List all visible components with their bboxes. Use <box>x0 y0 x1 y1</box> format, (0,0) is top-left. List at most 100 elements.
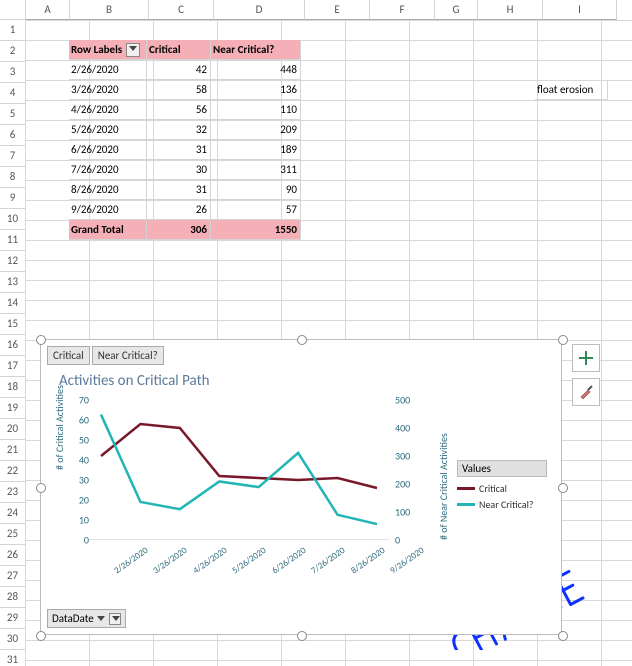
pivot-date-3[interactable]: 5/26/2020 <box>69 120 147 140</box>
row-header-18[interactable]: 18 <box>0 377 26 398</box>
xtick: 9/26/2020 <box>388 545 426 576</box>
chart-object[interactable]: Critical Near Critical? Activities on Cr… <box>40 339 562 635</box>
chart-title[interactable]: Activities on Critical Path <box>59 372 210 390</box>
pivot-near-7[interactable]: 57 <box>211 200 301 220</box>
row-header-21[interactable]: 21 <box>0 440 26 461</box>
row-headers: 1234567891011121314151617181920212223242… <box>0 20 26 666</box>
row-header-8[interactable]: 8 <box>0 167 26 188</box>
row-header-4[interactable]: 4 <box>0 83 26 104</box>
row-header-5[interactable]: 5 <box>0 104 26 125</box>
series-critical[interactable] <box>101 424 377 488</box>
plot-area[interactable] <box>89 400 389 540</box>
resize-handle-ne[interactable] <box>558 335 568 345</box>
row-header-31[interactable]: 31 <box>0 650 26 666</box>
resize-handle-n[interactable] <box>297 335 307 345</box>
pivot-near-3[interactable]: 209 <box>211 120 301 140</box>
row-header-24[interactable]: 24 <box>0 503 26 524</box>
pivot-total-near[interactable]: 1550 <box>211 220 301 240</box>
row-header-7[interactable]: 7 <box>0 146 26 167</box>
resize-handle-nw[interactable] <box>36 335 46 345</box>
pivot-header-rowlabels[interactable]: Row Labels <box>69 40 147 60</box>
pivot-date-2[interactable]: 4/26/2020 <box>69 100 147 120</box>
pivot-critical-2[interactable]: 56 <box>147 100 211 120</box>
pivot-near-2[interactable]: 110 <box>211 100 301 120</box>
row-header-13[interactable]: 13 <box>0 272 26 293</box>
row-header-14[interactable]: 14 <box>0 293 26 314</box>
row-header-26[interactable]: 26 <box>0 545 26 566</box>
col-header-A[interactable]: A <box>26 0 70 20</box>
row-header-22[interactable]: 22 <box>0 461 26 482</box>
col-header-I[interactable]: I <box>543 0 617 20</box>
row-header-30[interactable]: 30 <box>0 629 26 650</box>
pivot-filter-button[interactable] <box>126 43 140 57</box>
row-header-10[interactable]: 10 <box>0 209 26 230</box>
row-header-1[interactable]: 1 <box>0 20 26 41</box>
pivot-near-4[interactable]: 189 <box>211 140 301 160</box>
col-header-G[interactable]: G <box>435 0 478 20</box>
chart-styles-button[interactable] <box>572 378 600 406</box>
pivot-critical-3[interactable]: 32 <box>147 120 211 140</box>
resize-handle-w[interactable] <box>36 483 46 493</box>
pivot-header-critical[interactable]: Critical <box>147 40 211 60</box>
col-header-C[interactable]: C <box>149 0 214 20</box>
row-header-28[interactable]: 28 <box>0 587 26 608</box>
pivot-critical-4[interactable]: 31 <box>147 140 211 160</box>
chart-field-btn-critical[interactable]: Critical <box>47 346 90 365</box>
row-header-15[interactable]: 15 <box>0 314 26 335</box>
pivot-near-6[interactable]: 90 <box>211 180 301 200</box>
pivot-date-0[interactable]: 2/26/2020 <box>69 60 147 80</box>
row-header-2[interactable]: 2 <box>0 41 26 62</box>
legend-item-near[interactable]: Near Critical? <box>457 498 547 511</box>
dropdown-arrow-icon <box>97 616 105 621</box>
pivot-date-1[interactable]: 3/26/2020 <box>69 80 147 100</box>
pivot-near-1[interactable]: 136 <box>211 80 301 100</box>
row-header-19[interactable]: 19 <box>0 398 26 419</box>
resize-handle-sw[interactable] <box>36 631 46 641</box>
row-header-23[interactable]: 23 <box>0 482 26 503</box>
pivot-total-critical[interactable]: 306 <box>147 220 211 240</box>
pivot-critical-5[interactable]: 30 <box>147 160 211 180</box>
col-header-B[interactable]: B <box>70 0 149 20</box>
col-header-E[interactable]: E <box>305 0 370 20</box>
resize-handle-s[interactable] <box>297 631 307 641</box>
row-header-27[interactable]: 27 <box>0 566 26 587</box>
pivot-date-7[interactable]: 9/26/2020 <box>69 200 147 220</box>
pivot-total-label[interactable]: Grand Total <box>69 220 147 240</box>
resize-handle-se[interactable] <box>558 631 568 641</box>
row-header-29[interactable]: 29 <box>0 608 26 629</box>
pivot-date-5[interactable]: 7/26/2020 <box>69 160 147 180</box>
row-header-9[interactable]: 9 <box>0 188 26 209</box>
pivot-header-near[interactable]: Near Critical? <box>211 40 301 60</box>
pivot-critical-0[interactable]: 42 <box>147 60 211 80</box>
col-header-F[interactable]: F <box>370 0 435 20</box>
pivot-date-4[interactable]: 6/26/2020 <box>69 140 147 160</box>
ytick-right: 400 <box>395 422 410 435</box>
row-header-3[interactable]: 3 <box>0 62 26 83</box>
legend-item-critical[interactable]: Critical <box>457 482 547 495</box>
chart-elements-button[interactable] <box>572 344 600 372</box>
row-header-6[interactable]: 6 <box>0 125 26 146</box>
stray-float-erosion[interactable]: float erosion <box>535 80 608 100</box>
chart-legend[interactable]: Values Critical Near Critical? <box>457 460 547 514</box>
chart-slicer-datadate[interactable]: DataDate <box>47 609 126 628</box>
legend-swatch-critical <box>457 487 475 490</box>
col-header-D[interactable]: D <box>214 0 305 20</box>
row-header-12[interactable]: 12 <box>0 251 26 272</box>
pivot-near-0[interactable]: 448 <box>211 60 301 80</box>
resize-handle-e[interactable] <box>558 483 568 493</box>
select-all-corner[interactable] <box>0 0 26 20</box>
row-header-20[interactable]: 20 <box>0 419 26 440</box>
col-header-H[interactable]: H <box>478 0 543 20</box>
row-header-17[interactable]: 17 <box>0 356 26 377</box>
pivot-near-5[interactable]: 311 <box>211 160 301 180</box>
chart-field-btn-near[interactable]: Near Critical? <box>92 346 164 365</box>
row-header-25[interactable]: 25 <box>0 524 26 545</box>
pivot-critical-6[interactable]: 31 <box>147 180 211 200</box>
pivot-critical-1[interactable]: 58 <box>147 80 211 100</box>
legend-label-near: Near Critical? <box>479 498 534 511</box>
row-header-11[interactable]: 11 <box>0 230 26 251</box>
pivot-critical-7[interactable]: 26 <box>147 200 211 220</box>
row-header-16[interactable]: 16 <box>0 335 26 356</box>
series-near-critical[interactable] <box>101 415 377 524</box>
pivot-date-6[interactable]: 8/26/2020 <box>69 180 147 200</box>
